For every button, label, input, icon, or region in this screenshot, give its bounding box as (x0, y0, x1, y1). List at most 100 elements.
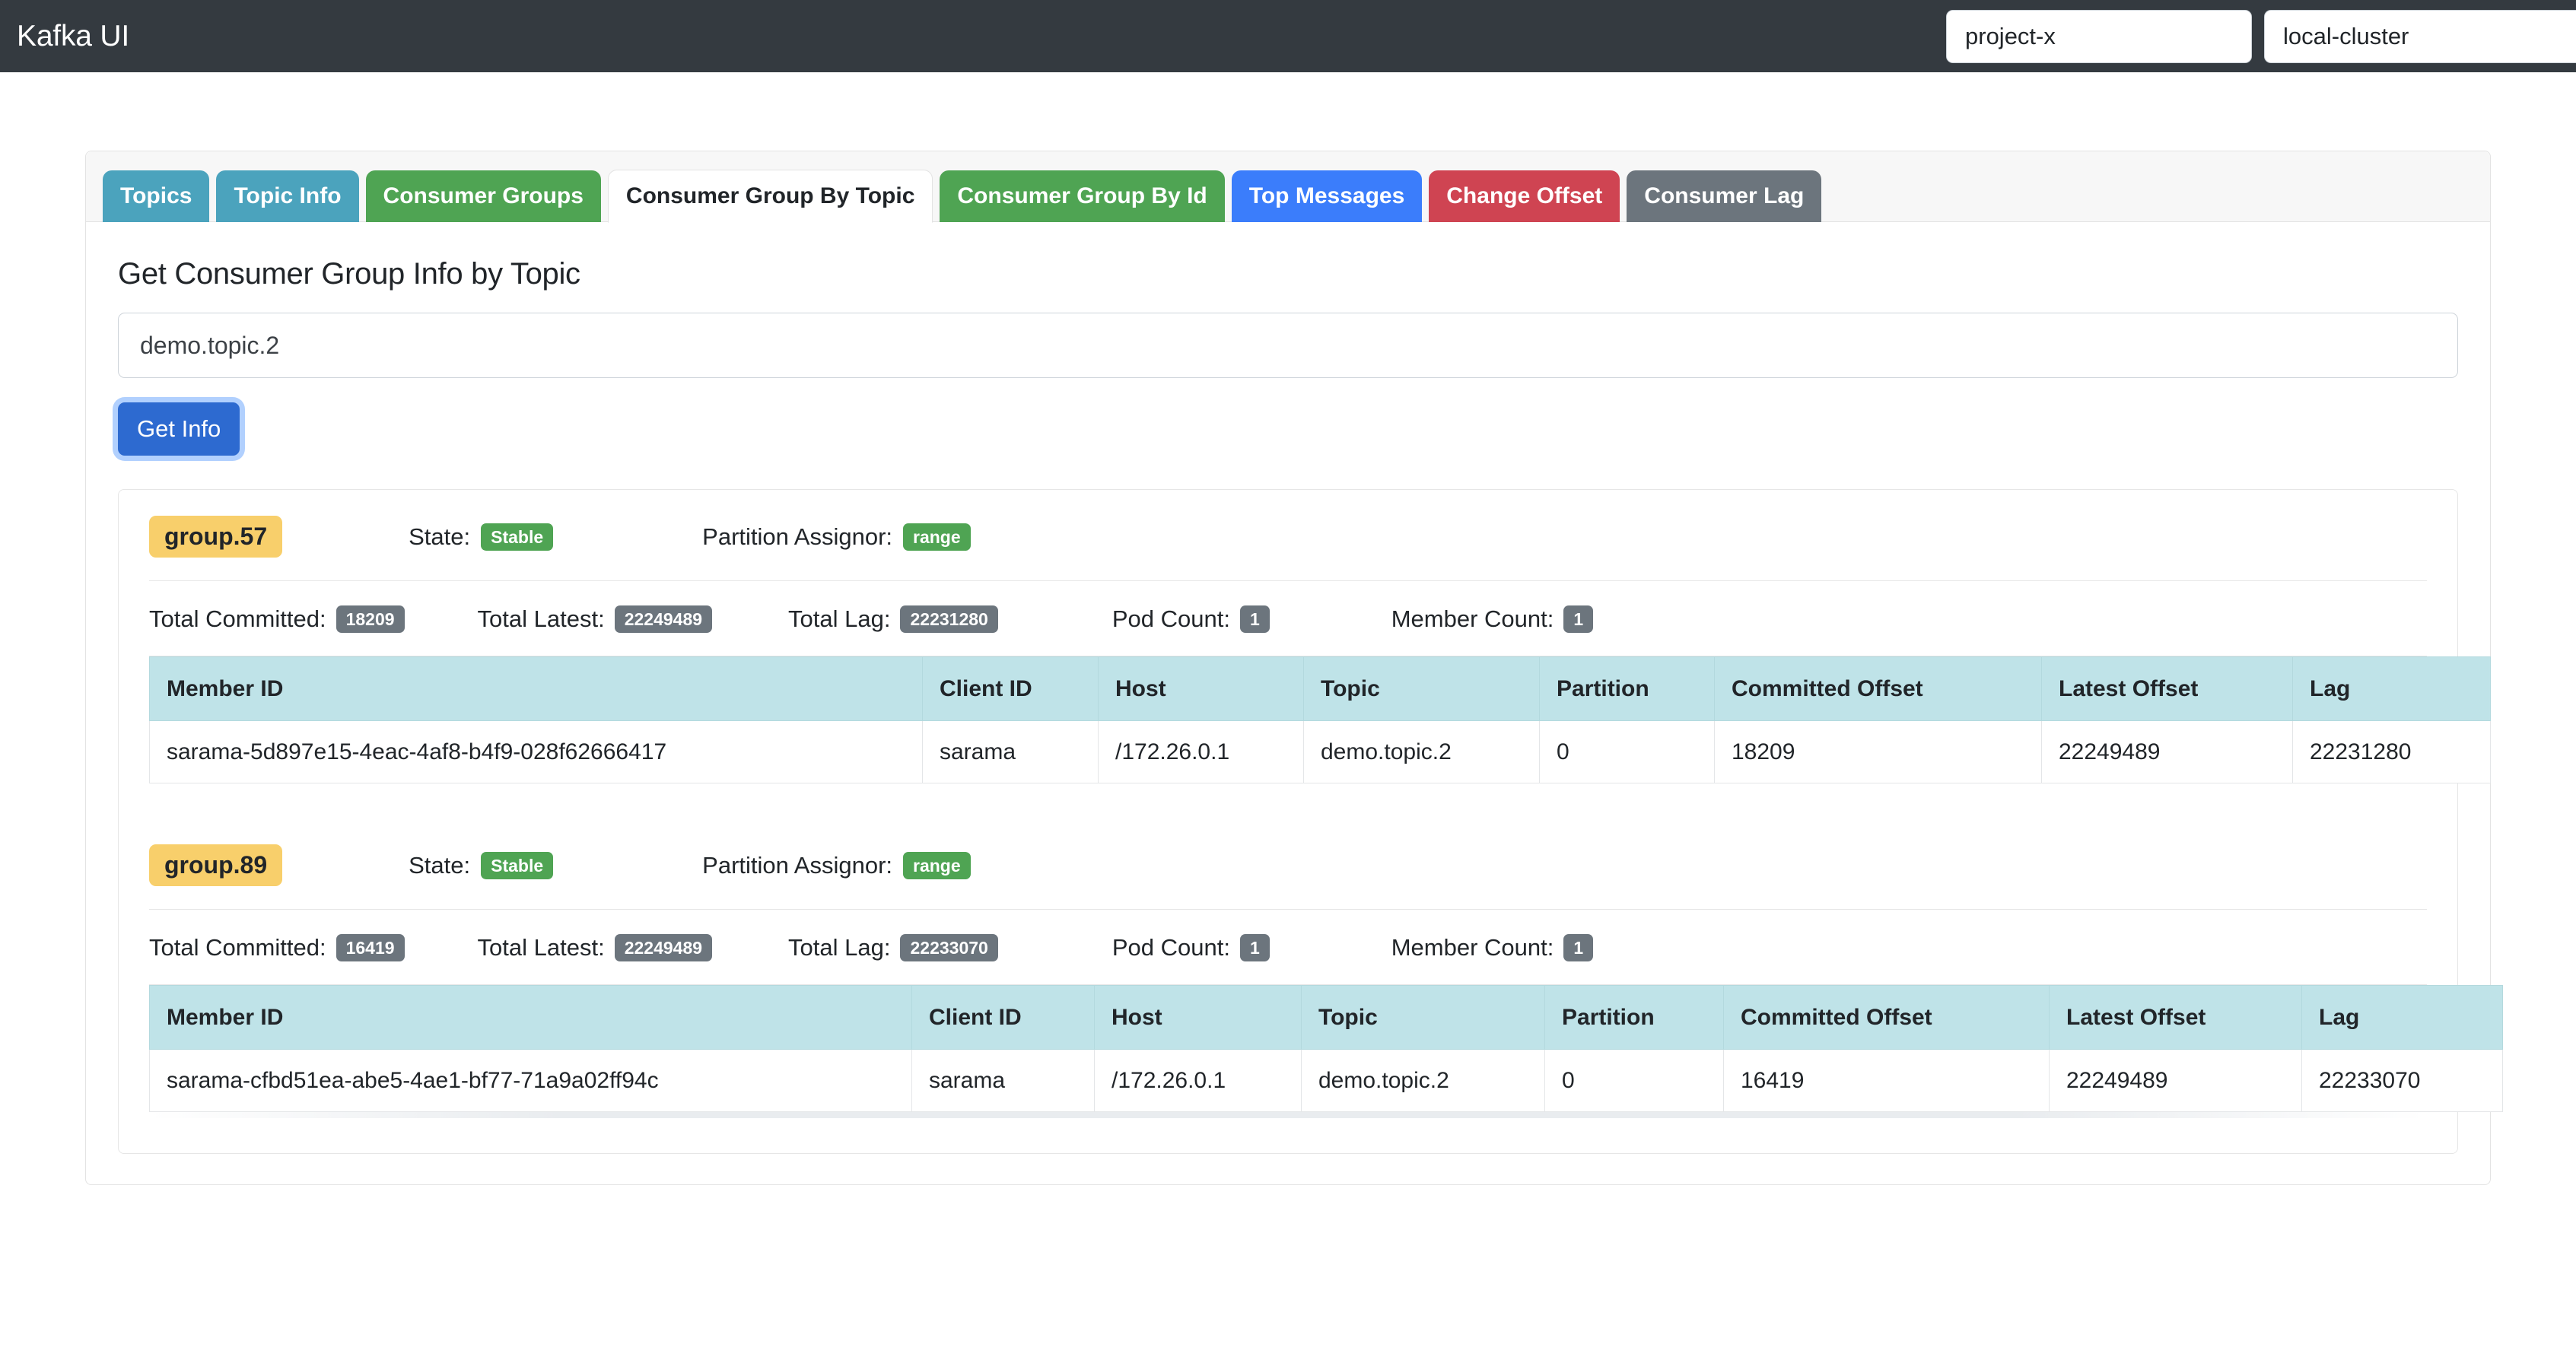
column-header[interactable]: Member ID (149, 656, 923, 721)
total-latest-label: Total Latest: (477, 934, 605, 961)
member-table-wrapper: Member ID Client ID Host Topic Partition Comm… (119, 985, 2503, 1153)
tab-topic-info[interactable]: Topic Info (216, 170, 359, 222)
page-content: Topics Topic Info Consumer Groups Consumer … (0, 151, 2576, 1185)
member-count-value: 1 (1563, 605, 1594, 633)
total-latest-value: 22249489 (614, 605, 713, 633)
tab-consumer-group-by-id[interactable]: Consumer Group By Id (940, 170, 1225, 222)
total-committed-value: 18209 (336, 605, 405, 633)
consumer-group-block: group.89 State: Stable Partition Assignor: r… (119, 818, 2503, 1153)
stat-total-lag: Total Lag: 22231280 (788, 605, 998, 633)
group-state: State: Stable (409, 851, 554, 879)
group-stats-row: Total Committed: 18209 Total Latest: 222494… (119, 581, 2457, 656)
stat-member-count: Member Count: 1 (1391, 934, 1594, 961)
group-state: State: Stable (409, 523, 554, 551)
member-count-value: 1 (1563, 934, 1594, 961)
partition-assignor-label: Partition Assignor: (702, 523, 893, 550)
total-latest-label: Total Latest: (477, 605, 605, 632)
cluster-select[interactable]: local-cluster (2264, 9, 2576, 63)
group-name-badge: group.57 (149, 516, 283, 558)
pod-count-value: 1 (1239, 605, 1270, 633)
column-header[interactable]: Topic (1301, 985, 1545, 1050)
group-partition-assignor: Partition Assignor: range (702, 851, 971, 879)
column-header[interactable]: Topic (1303, 656, 1540, 721)
column-header[interactable]: Client ID (922, 656, 1099, 721)
cell-latest-offset: 22249489 (2041, 720, 2293, 783)
horizontal-scrollbar[interactable] (150, 1112, 2426, 1118)
member-table: Member ID Client ID Host Topic Partition Comm… (149, 985, 2503, 1112)
partition-assignor-badge: range (903, 851, 971, 879)
cell-member-id: sarama-5d897e15-4eac-4af8-b4f9-028f62666… (149, 720, 923, 783)
stat-total-latest: Total Latest: 22249489 (478, 934, 713, 961)
column-header[interactable]: Member ID (149, 985, 912, 1050)
app-brand: Kafka UI (17, 19, 129, 52)
tab-bar: Topics Topic Info Consumer Groups Consumer … (86, 151, 2490, 223)
column-header[interactable]: Latest Offset (2049, 985, 2302, 1050)
column-header[interactable]: Client ID (911, 985, 1095, 1050)
partition-assignor-label: Partition Assignor: (702, 851, 893, 879)
table-row[interactable]: sarama-5d897e15-4eac-4af8-b4f9-028f62666… (149, 720, 2491, 783)
column-header[interactable]: Host (1098, 656, 1304, 721)
tab-consumer-group-by-topic[interactable]: Consumer Group By Topic (607, 170, 933, 223)
cell-client-id: sarama (911, 1049, 1095, 1112)
column-header[interactable]: Partition (1544, 985, 1724, 1050)
project-select[interactable]: project-x (1946, 9, 2252, 63)
tab-top-messages[interactable]: Top Messages (1231, 170, 1423, 222)
page-title: Get Consumer Group Info by Topic (118, 257, 580, 291)
group-header: group.89 State: Stable Partition Assignor: r… (119, 818, 2457, 909)
state-badge: Stable (481, 523, 554, 551)
total-lag-value: 22233070 (900, 934, 998, 961)
pod-count-value: 1 (1239, 934, 1270, 961)
member-table-wrapper: Member ID Client ID Host Topic Partition Comm… (119, 656, 2491, 818)
stat-member-count: Member Count: 1 (1391, 605, 1594, 633)
stat-total-committed: Total Committed: 18209 (149, 605, 405, 633)
member-table: Member ID Client ID Host Topic Partition Comm… (149, 656, 2491, 783)
cell-host: /172.26.0.1 (1094, 1049, 1302, 1112)
pod-count-label: Pod Count: (1111, 934, 1230, 961)
main-card: Topics Topic Info Consumer Groups Consumer … (85, 151, 2503, 1185)
stat-total-latest: Total Latest: 22249489 (478, 605, 713, 633)
column-header[interactable]: Partition (1539, 656, 1715, 721)
total-committed-label: Total Committed: (149, 605, 326, 632)
table-header-row: Member ID Client ID Host Topic Partition Comm… (149, 985, 2503, 1050)
state-label: State: (409, 851, 471, 879)
stat-total-committed: Total Committed: 16419 (149, 934, 405, 961)
column-header[interactable]: Committed Offset (1723, 985, 2050, 1050)
stat-pod-count: Pod Count: 1 (1112, 934, 1270, 961)
group-header: group.57 State: Stable Partition Assignor: r… (119, 490, 2457, 580)
cell-topic: demo.topic.2 (1303, 720, 1540, 783)
cell-client-id: sarama (922, 720, 1099, 783)
tab-consumer-lag[interactable]: Consumer Lag (1627, 170, 1822, 222)
member-count-label: Member Count: (1391, 934, 1554, 961)
column-header[interactable]: Lag (2292, 656, 2491, 721)
column-header[interactable]: Committed Offset (1714, 656, 2042, 721)
column-header[interactable]: Host (1094, 985, 1302, 1050)
total-lag-label: Total Lag: (788, 934, 891, 961)
partition-assignor-badge: range (903, 523, 971, 551)
topic-input[interactable] (118, 313, 2458, 378)
cell-lag: 22233070 (2301, 1049, 2503, 1112)
total-committed-value: 16419 (336, 934, 405, 961)
cell-partition: 0 (1539, 720, 1715, 783)
cell-member-id: sarama-cfbd51ea-abe5-4ae1-bf77-71a9a02ff… (149, 1049, 912, 1112)
group-partition-assignor: Partition Assignor: range (702, 523, 971, 551)
cell-partition: 0 (1544, 1049, 1724, 1112)
cell-lag: 22231280 (2292, 720, 2491, 783)
cell-committed-offset: 18209 (1714, 720, 2042, 783)
tab-change-offset[interactable]: Change Offset (1429, 170, 1620, 222)
get-info-button[interactable]: Get Info (118, 402, 240, 456)
total-lag-label: Total Lag: (788, 605, 891, 632)
table-header-row: Member ID Client ID Host Topic Partition Comm… (149, 656, 2491, 721)
consumer-group-block: group.57 State: Stable Partition Assignor: r… (119, 490, 2491, 818)
state-label: State: (409, 523, 471, 550)
column-header[interactable]: Lag (2301, 985, 2503, 1050)
cell-host: /172.26.0.1 (1098, 720, 1304, 783)
group-stats-row: Total Committed: 16419 Total Latest: 222494… (119, 910, 2457, 984)
stat-pod-count: Pod Count: 1 (1112, 605, 1270, 633)
tab-topics[interactable]: Topics (103, 170, 210, 222)
stat-total-lag: Total Lag: 22233070 (788, 934, 998, 961)
member-count-label: Member Count: (1391, 605, 1554, 632)
table-row[interactable]: sarama-cfbd51ea-abe5-4ae1-bf77-71a9a02ff… (149, 1049, 2503, 1112)
tab-consumer-groups[interactable]: Consumer Groups (365, 170, 601, 222)
column-header[interactable]: Latest Offset (2041, 656, 2293, 721)
state-badge: Stable (481, 851, 554, 879)
